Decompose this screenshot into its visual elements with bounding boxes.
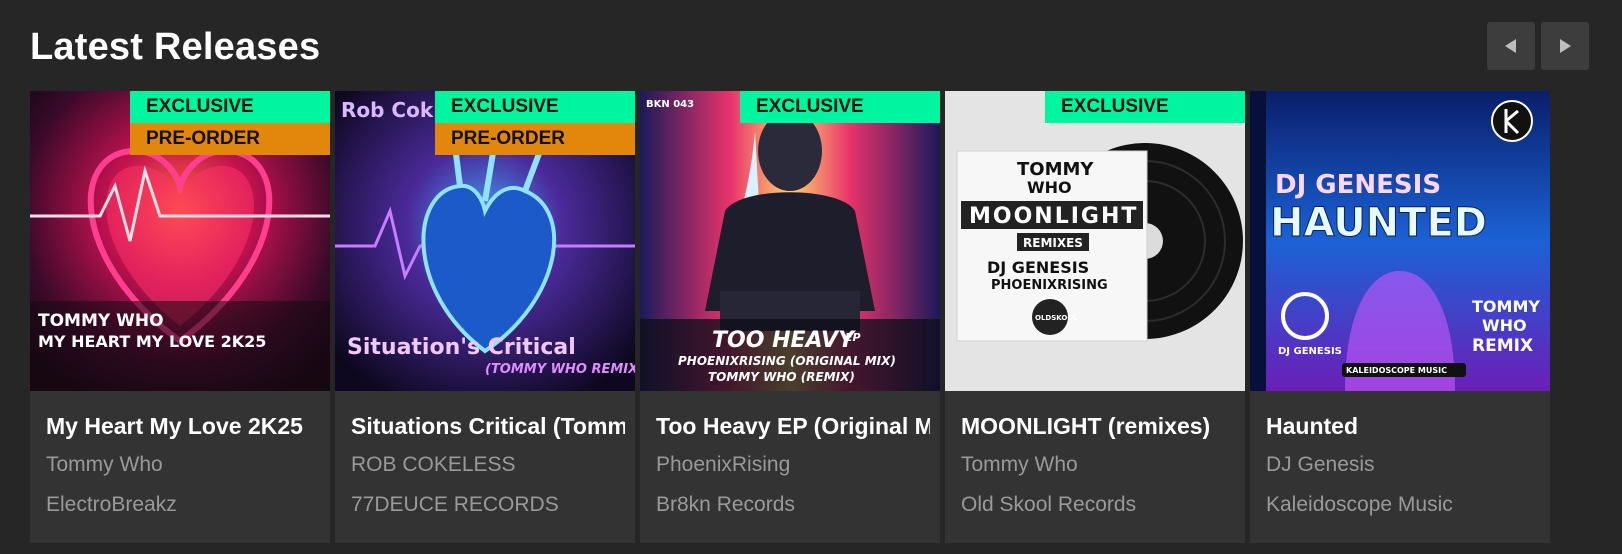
next-button[interactable] (1541, 22, 1589, 70)
exclusive-badge: EXCLUSIVE (435, 91, 635, 123)
artwork-text: TOO HEAVY (712, 328, 856, 353)
release-label[interactable]: Old Skool Records (961, 491, 1235, 519)
release-card[interactable]: TOMMY WHO MOONLIGHT REMIXES DJ GENESIS P… (945, 91, 1245, 543)
exclusive-badge: EXCLUSIVE (130, 91, 330, 123)
pre-order-badge: PRE-ORDER (435, 123, 635, 155)
release-title[interactable]: Too Heavy EP (Original Mix) (656, 409, 930, 443)
artwork-text: DJ GENESIS (1275, 170, 1441, 200)
release-artist[interactable]: Tommy Who (961, 451, 1235, 479)
artwork-text: DJ GENESIS (1278, 346, 1342, 357)
release-card[interactable]: Rob Cok Situation's Critical (TOMMY WHO … (335, 91, 635, 543)
release-card[interactable]: DJ GENESIS HAUNTED DJ GENESIS TOMMY WHO … (1250, 91, 1550, 543)
previous-button[interactable] (1487, 22, 1535, 70)
release-artwork[interactable]: TOMMY WHO MOONLIGHT REMIXES DJ GENESIS P… (945, 91, 1245, 391)
artwork-text: REMIX (1472, 336, 1533, 356)
release-label[interactable]: Br8kn Records (656, 491, 930, 519)
artwork-text: EP (845, 331, 861, 344)
release-artist[interactable]: Tommy Who (46, 451, 320, 479)
artwork-text: OLDSKOOL (1035, 314, 1078, 322)
chevron-left-icon (1505, 39, 1516, 53)
artwork-text: PHOENIXRISING (ORIGINAL MIX) (678, 354, 896, 368)
section-title: Latest Releases (30, 26, 321, 68)
pre-order-badge: PRE-ORDER (130, 123, 330, 155)
artwork-text: WHO (1027, 178, 1072, 197)
release-artwork[interactable]: BKN 043 TOO HEAVY EP PHOENIXRISING (ORIG… (640, 91, 940, 391)
artwork-text: TOMMY WHO (REMIX) (708, 370, 855, 384)
release-card[interactable]: TOMMY WHO MY HEART MY LOVE 2K25 EXCLUSIV… (30, 91, 330, 543)
chevron-right-icon (1560, 39, 1571, 53)
artwork-text: MOONLIGHT (969, 204, 1138, 229)
artwork-text: (TOMMY WHO REMIX) (485, 362, 635, 377)
artwork-text: TOMMY WHO (38, 311, 164, 331)
release-artist[interactable]: ROB COKELESS (351, 451, 625, 479)
release-label[interactable]: ElectroBreakz (46, 491, 320, 519)
release-artist[interactable]: DJ Genesis (1266, 451, 1540, 479)
artwork-text: Situation's Critical (347, 335, 576, 360)
artwork-text: PHOENIXRISING (991, 278, 1108, 293)
artwork-text: TOMMY (1472, 297, 1540, 316)
artwork-text: TOMMY (1017, 159, 1094, 180)
artwork-text: HAUNTED (1270, 200, 1487, 246)
release-title[interactable]: Haunted (1266, 409, 1540, 443)
release-artwork[interactable]: DJ GENESIS HAUNTED DJ GENESIS TOMMY WHO … (1250, 91, 1550, 391)
exclusive-badge: EXCLUSIVE (740, 91, 940, 123)
artwork-text: Rob Cok (341, 98, 434, 122)
release-label[interactable]: 77DEUCE RECORDS (351, 491, 625, 519)
exclusive-badge: EXCLUSIVE (1045, 91, 1245, 123)
release-title[interactable]: MOONLIGHT (remixes) (961, 409, 1235, 443)
artwork-text: REMIXES (1023, 236, 1083, 250)
artwork-text: BKN 043 (646, 99, 694, 110)
release-title[interactable]: My Heart My Love 2K25 (46, 409, 320, 443)
artwork-text: KALEIDOSCOPE MUSIC (1346, 366, 1447, 375)
artwork-text: DJ GENESIS (987, 258, 1089, 277)
artwork-text: WHO (1482, 316, 1527, 335)
release-label[interactable]: Kaleidoscope Music (1266, 491, 1540, 519)
artwork-text: MY HEART MY LOVE 2K25 (38, 332, 266, 351)
release-title[interactable]: Situations Critical (Tommy Who Remix) (351, 409, 625, 443)
release-artist[interactable]: PhoenixRising (656, 451, 930, 479)
release-card[interactable]: BKN 043 TOO HEAVY EP PHOENIXRISING (ORIG… (640, 91, 940, 543)
